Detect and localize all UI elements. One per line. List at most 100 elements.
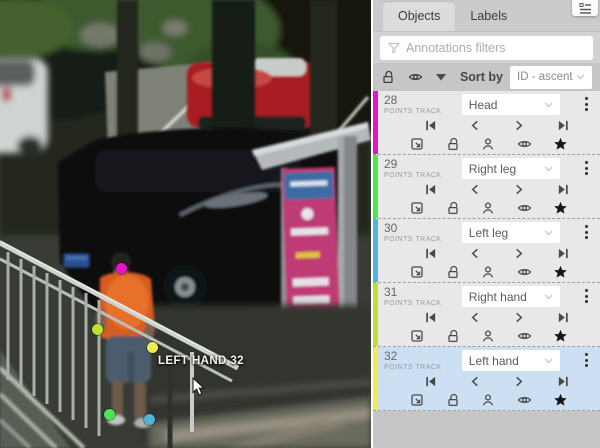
- keyframe-toggle[interactable]: [553, 393, 568, 407]
- track-label-select[interactable]: Right leg: [462, 158, 560, 179]
- keyframe-toggle[interactable]: [553, 265, 568, 279]
- first-keyframe-button[interactable]: [424, 375, 437, 388]
- track-menu-button[interactable]: [580, 222, 594, 239]
- mouse-cursor: [192, 377, 206, 397]
- sort-order-value: ID - ascent: [517, 71, 573, 83]
- track-label-value: Right hand: [469, 290, 527, 304]
- eye-icon: [517, 329, 532, 343]
- last-keyframe-button[interactable]: [557, 119, 570, 132]
- track-item: 29 POINTS TRACK Right leg: [373, 155, 600, 219]
- track-label-select[interactable]: Left leg: [462, 222, 560, 243]
- track-menu-button[interactable]: [580, 94, 594, 111]
- last-keyframe-button[interactable]: [557, 183, 570, 196]
- track-label-value: Left leg: [469, 226, 508, 240]
- first-keyframe-button[interactable]: [424, 247, 437, 260]
- keyframe-toggle[interactable]: [553, 137, 568, 151]
- tab-labels[interactable]: Labels: [455, 2, 522, 31]
- lock-toggle[interactable]: [446, 329, 460, 343]
- person-icon: [481, 201, 495, 215]
- outside-toggle[interactable]: [410, 265, 424, 279]
- lock-icon: [446, 393, 460, 407]
- pinned-toggle[interactable]: [481, 265, 495, 279]
- track-menu-button[interactable]: [580, 158, 594, 175]
- star-icon: [553, 137, 568, 151]
- first-keyframe-button[interactable]: [424, 311, 437, 324]
- lock-toggle[interactable]: [446, 265, 460, 279]
- chevron-right-icon: [513, 247, 525, 260]
- hide-all-button[interactable]: [408, 70, 423, 84]
- panel-options-button[interactable]: [572, 0, 598, 16]
- lock-toggle[interactable]: [446, 393, 460, 407]
- pinned-toggle[interactable]: [481, 393, 495, 407]
- frame-canvas[interactable]: LEFT HAND 32: [0, 0, 371, 448]
- occluded-toggle[interactable]: [517, 265, 532, 279]
- annotations-filter-input[interactable]: Annotations filters: [380, 36, 593, 60]
- prev-keyframe-button[interactable]: [469, 119, 481, 132]
- annotation-point-right-leg[interactable]: [104, 409, 115, 420]
- track-menu-button[interactable]: [580, 286, 594, 303]
- occluded-toggle[interactable]: [517, 329, 532, 343]
- last-keyframe-button[interactable]: [557, 311, 570, 324]
- lock-icon: [381, 70, 395, 84]
- annotation-point-right-hand[interactable]: [92, 324, 103, 335]
- track-id: 31: [384, 286, 442, 298]
- last-keyframe-button[interactable]: [557, 375, 570, 388]
- outside-toggle[interactable]: [410, 137, 424, 151]
- outside-toggle[interactable]: [410, 201, 424, 215]
- first-keyframe-button[interactable]: [424, 119, 437, 132]
- keyframe-toggle[interactable]: [553, 329, 568, 343]
- outside-toggle[interactable]: [410, 393, 424, 407]
- tab-objects[interactable]: Objects: [383, 2, 455, 31]
- prev-keyframe-button[interactable]: [469, 311, 481, 324]
- occluded-toggle[interactable]: [517, 393, 532, 407]
- prev-keyframe-button[interactable]: [469, 183, 481, 196]
- annotation-point-head[interactable]: [116, 263, 127, 274]
- track-item: 31 POINTS TRACK Right hand: [373, 283, 600, 347]
- sort-order-select[interactable]: ID - ascent: [510, 66, 592, 89]
- occluded-toggle[interactable]: [517, 137, 532, 151]
- chevron-right-icon: [513, 311, 525, 324]
- next-keyframe-button[interactable]: [513, 311, 525, 324]
- track-label-select[interactable]: Right hand: [462, 286, 560, 307]
- prev-keyframe-button[interactable]: [469, 375, 481, 388]
- lock-icon: [446, 137, 460, 151]
- skip-first-icon: [424, 311, 437, 324]
- skip-last-icon: [557, 311, 570, 324]
- filter-row: Annotations filters: [373, 32, 600, 63]
- next-keyframe-button[interactable]: [513, 247, 525, 260]
- track-menu-button[interactable]: [580, 350, 594, 367]
- track-label-select[interactable]: Head: [462, 94, 560, 115]
- first-keyframe-button[interactable]: [424, 183, 437, 196]
- lock-toggle[interactable]: [446, 137, 460, 151]
- annotation-point-left-leg[interactable]: [144, 414, 155, 425]
- track-label-select[interactable]: Left hand: [462, 350, 560, 371]
- next-keyframe-button[interactable]: [513, 375, 525, 388]
- annotation-point-left-hand[interactable]: [147, 342, 158, 353]
- next-keyframe-button[interactable]: [513, 119, 525, 132]
- box-arrow-icon: [410, 393, 424, 407]
- keyframe-toggle[interactable]: [553, 201, 568, 215]
- chevron-left-icon: [469, 183, 481, 196]
- pinned-toggle[interactable]: [481, 201, 495, 215]
- chevron-down-icon: [544, 294, 553, 300]
- box-arrow-icon: [410, 201, 424, 215]
- next-keyframe-button[interactable]: [513, 183, 525, 196]
- prev-keyframe-button[interactable]: [469, 247, 481, 260]
- pinned-toggle[interactable]: [481, 329, 495, 343]
- chevron-left-icon: [469, 311, 481, 324]
- eye-icon: [517, 201, 532, 215]
- collapse-all-button[interactable]: [436, 74, 446, 81]
- track-item: 32 POINTS TRACK Left hand: [373, 347, 600, 411]
- chevron-right-icon: [513, 375, 525, 388]
- sort-toolbar: Sort by ID - ascent: [373, 63, 600, 91]
- outside-toggle[interactable]: [410, 329, 424, 343]
- last-keyframe-button[interactable]: [557, 247, 570, 260]
- track-id: 30: [384, 222, 442, 234]
- chevron-down-icon: [544, 166, 553, 172]
- pinned-toggle[interactable]: [481, 137, 495, 151]
- occluded-toggle[interactable]: [517, 201, 532, 215]
- track-label-value: Left hand: [469, 354, 519, 368]
- lock-all-button[interactable]: [381, 70, 395, 84]
- lock-toggle[interactable]: [446, 201, 460, 215]
- white-car: [0, 58, 48, 156]
